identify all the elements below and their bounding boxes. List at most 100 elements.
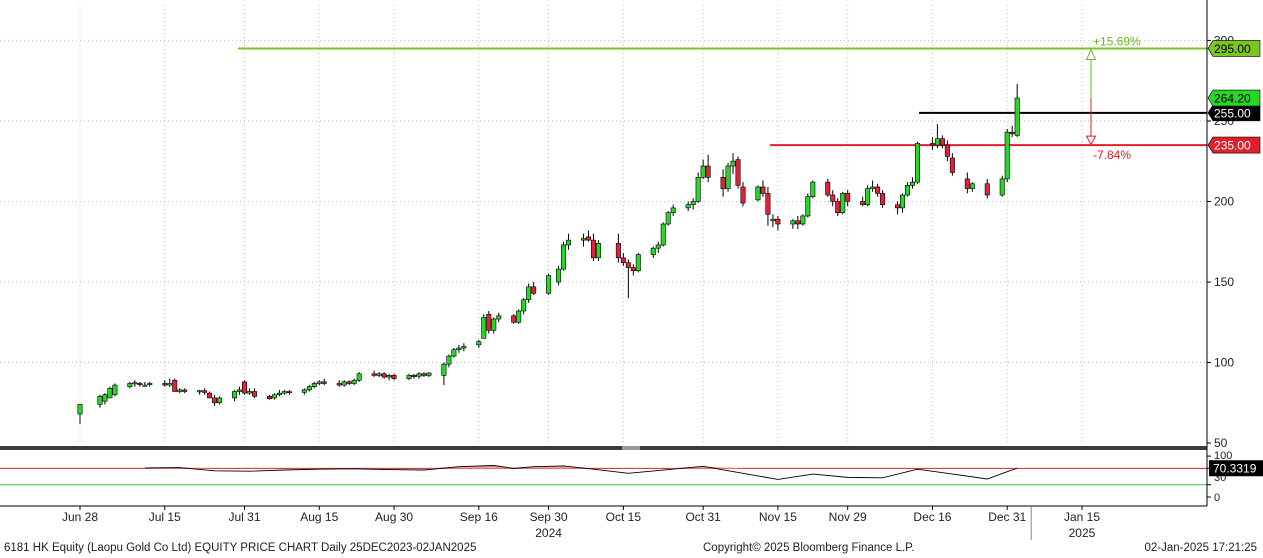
- level-label: 255.00: [1207, 104, 1261, 122]
- candle: [77, 404, 83, 424]
- candle: [242, 380, 248, 395]
- candle-body: [217, 397, 223, 404]
- candle: [521, 298, 527, 315]
- candle-body: [665, 212, 671, 225]
- candle-body: [914, 143, 920, 183]
- candle-body: [730, 160, 736, 167]
- candle: [929, 137, 935, 150]
- candle-body: [486, 313, 492, 331]
- candle: [461, 343, 467, 352]
- candle: [939, 135, 945, 149]
- candle-body: [306, 386, 312, 391]
- candle: [720, 169, 726, 197]
- candle-body: [276, 392, 282, 396]
- candle-body: [321, 381, 327, 384]
- candle: [142, 381, 148, 387]
- candle-body: [476, 341, 482, 346]
- candle-body: [246, 391, 252, 394]
- horizontal-level-lines[interactable]: [238, 47, 1207, 147]
- candle-body: [635, 254, 641, 272]
- candle: [1009, 125, 1015, 138]
- candle: [416, 372, 422, 379]
- candle-body: [835, 201, 841, 214]
- level-label: 295.00: [1207, 40, 1261, 57]
- candle: [406, 373, 412, 381]
- candle: [735, 156, 741, 189]
- candle-body: [446, 355, 452, 365]
- rsi-value-text: 70.3319: [1213, 462, 1257, 476]
- candle-body: [251, 391, 257, 397]
- candle: [207, 391, 213, 399]
- candle-body: [182, 389, 188, 392]
- candle: [137, 381, 143, 387]
- candle-body: [700, 165, 706, 178]
- candle-body: [521, 299, 527, 312]
- candle: [730, 153, 736, 175]
- copyright-text: Copyright© 2025 Bloomberg Finance L.P.: [703, 542, 915, 554]
- candle: [172, 378, 178, 392]
- candle: [301, 388, 307, 395]
- candle-body: [969, 183, 975, 189]
- candle: [167, 378, 173, 387]
- time-tick-label: Jan 15: [1064, 510, 1100, 524]
- candle-body: [830, 194, 836, 202]
- candle: [585, 230, 591, 242]
- candle: [311, 381, 317, 389]
- grid-lines: [0, 5, 1207, 443]
- rsi-panel: [0, 446, 1207, 486]
- candle: [476, 339, 482, 349]
- candle: [615, 233, 621, 263]
- candle: [830, 190, 836, 207]
- candle-body: [595, 243, 601, 259]
- candle-body: [281, 391, 287, 394]
- time-tick-label: Dec 31: [988, 510, 1026, 524]
- candle-body: [451, 349, 457, 357]
- candle-body: [760, 186, 766, 194]
- candle-body: [441, 363, 447, 376]
- last-price-label: 264.20: [1207, 89, 1261, 107]
- candle: [595, 240, 601, 262]
- candle: [371, 370, 377, 378]
- candle: [281, 389, 287, 395]
- candle: [237, 386, 243, 395]
- candle-body: [755, 186, 761, 201]
- time-tick-label: Jun 28: [62, 510, 98, 524]
- candle: [182, 388, 188, 394]
- candle: [880, 190, 886, 208]
- candle: [705, 154, 711, 183]
- candle-body: [406, 375, 412, 379]
- candle: [725, 162, 731, 192]
- candle-body: [770, 218, 776, 222]
- candle-body: [840, 193, 846, 214]
- candle: [635, 252, 641, 273]
- candle-body: [491, 318, 497, 331]
- candle-body: [421, 373, 427, 376]
- candle-body: [765, 193, 771, 215]
- candle: [271, 393, 277, 400]
- candle: [760, 180, 766, 197]
- time-tick-label: Nov 29: [829, 510, 867, 524]
- year-label: 2025: [1069, 526, 1096, 540]
- candle: [580, 233, 586, 247]
- candle: [650, 246, 656, 258]
- time-tick-label: Oct 31: [685, 510, 721, 524]
- time-tick-label: Dec 16: [913, 510, 951, 524]
- candle-body: [77, 404, 83, 415]
- candle: [625, 259, 631, 299]
- candle: [690, 198, 696, 210]
- candle-body: [461, 346, 467, 349]
- candle-body: [481, 317, 487, 339]
- level-label: 235.00: [1207, 136, 1261, 154]
- time-tick-label: Jul 31: [228, 510, 260, 524]
- candle: [97, 394, 103, 408]
- candle: [800, 214, 806, 226]
- down-arrow-icon: [1085, 135, 1097, 146]
- candle: [934, 124, 940, 149]
- candle: [511, 314, 517, 324]
- candle-body: [197, 390, 203, 393]
- candle-body: [1004, 131, 1010, 180]
- candle: [775, 215, 781, 231]
- candle-body: [301, 389, 307, 393]
- candle-body: [735, 159, 741, 186]
- candle-body: [336, 383, 342, 386]
